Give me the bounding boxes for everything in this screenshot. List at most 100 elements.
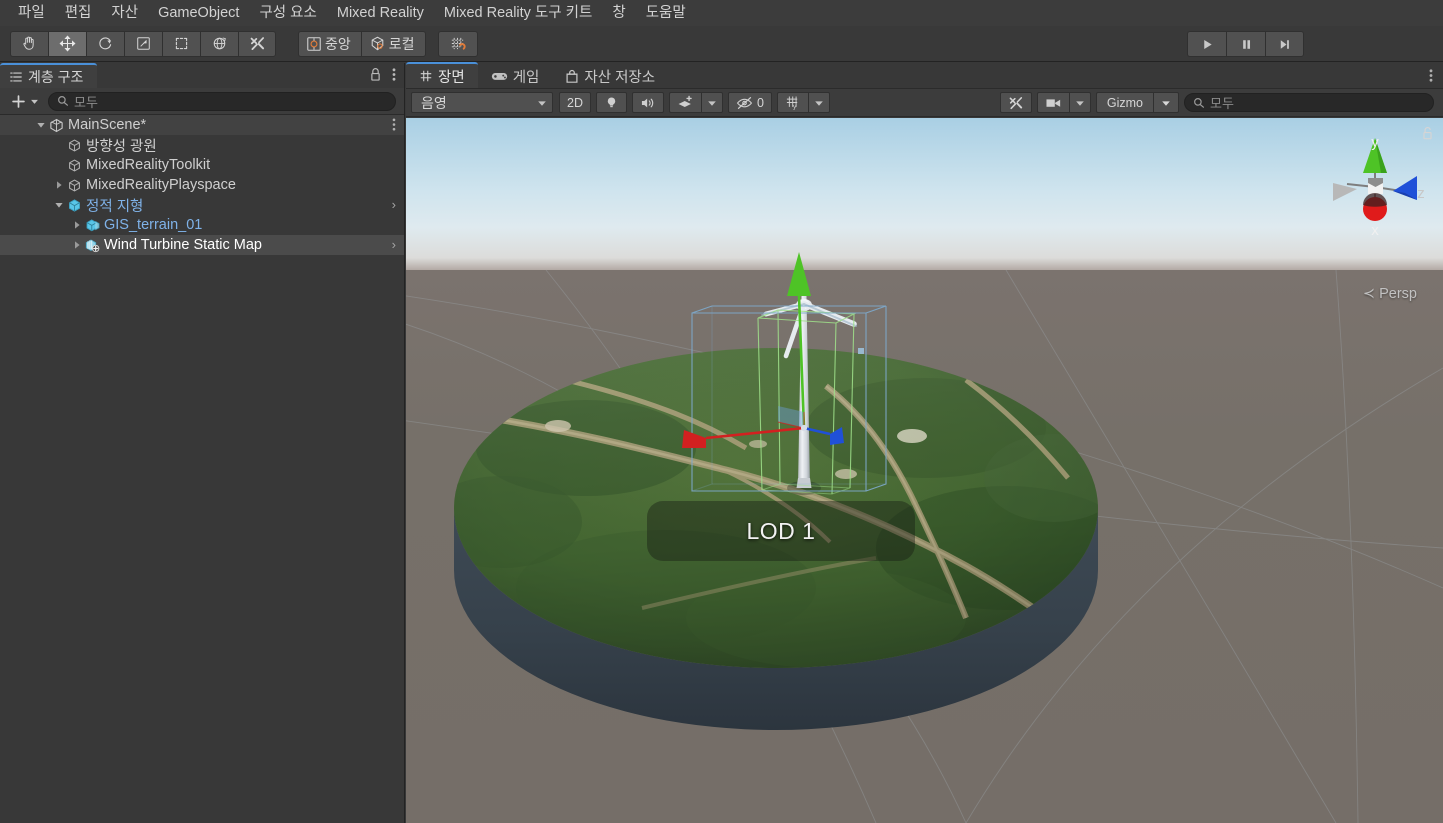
scene-camera-button[interactable] xyxy=(1037,92,1069,113)
gizmo-dropdown-button[interactable] xyxy=(1153,92,1179,113)
chevron-down-icon xyxy=(30,97,39,106)
create-gameobject-button[interactable] xyxy=(8,93,42,110)
prefab-icon xyxy=(67,198,82,213)
hierarchy-row[interactable]: GIS_terrain_01 xyxy=(0,215,404,235)
hierarchy-row[interactable]: MixedRealityToolkit xyxy=(0,155,404,175)
menu-component[interactable]: 구성 요소 xyxy=(249,2,326,25)
custom-editor-tool-button[interactable] xyxy=(238,31,276,57)
scene-context-menu-button[interactable] xyxy=(392,117,396,136)
open-prefab-chevron-icon[interactable]: › xyxy=(392,197,396,212)
hidden-objects-button[interactable]: 0 xyxy=(728,92,772,113)
hierarchy-search-input[interactable]: 모두 xyxy=(48,92,396,111)
chevron-down-icon xyxy=(814,98,824,108)
gizmo-z-axis xyxy=(1393,176,1417,200)
play-button[interactable] xyxy=(1187,31,1226,57)
pause-button[interactable] xyxy=(1226,31,1265,57)
step-button[interactable] xyxy=(1265,31,1304,57)
grid-axis-y-icon: y xyxy=(785,95,801,110)
scene-viewport[interactable]: LOD 1 xyxy=(406,118,1443,823)
tab-hierarchy-label: 계층 구조 xyxy=(28,67,83,87)
kebab-menu-icon[interactable] xyxy=(392,67,396,82)
tab-asset-store-label: 자산 저장소 xyxy=(584,66,655,87)
scene-tools-button[interactable] xyxy=(1000,92,1032,113)
draw-mode-dropdown[interactable]: 음영 xyxy=(411,92,553,113)
play-icon xyxy=(1201,38,1214,51)
scene-panel-menu-button[interactable] xyxy=(1429,68,1433,88)
pivot-mode-button[interactable]: 중앙 xyxy=(298,31,361,57)
rect-transform-tool-button[interactable] xyxy=(162,31,200,57)
hierarchy-row-label: MixedRealityToolkit xyxy=(86,157,210,173)
prefab-variant-icon xyxy=(85,218,101,233)
row-twisty[interactable] xyxy=(52,178,66,192)
unity-scene-icon xyxy=(49,118,64,133)
row-twisty[interactable] xyxy=(70,218,84,232)
row-twisty[interactable] xyxy=(34,118,48,132)
hierarchy-row[interactable]: MainScene* xyxy=(0,115,404,135)
lightbulb-icon xyxy=(604,95,619,110)
tab-scene-label: 장면 xyxy=(438,66,465,87)
move-tool-button[interactable] xyxy=(48,31,86,57)
grid-dropdown-button[interactable] xyxy=(808,92,830,113)
hierarchy-row[interactable]: MixedRealityPlayspace xyxy=(0,175,404,195)
search-icon xyxy=(57,95,69,107)
toggle-lighting-button[interactable] xyxy=(596,92,627,113)
menu-mrtk[interactable]: Mixed Reality 도구 키트 xyxy=(434,2,602,25)
scale-tool-button[interactable] xyxy=(124,31,162,57)
toggle-effects-button[interactable] xyxy=(669,92,701,113)
hand-icon xyxy=(21,35,38,52)
hierarchy-row[interactable]: 정적 지형› xyxy=(0,195,404,215)
hand-tool-button[interactable] xyxy=(10,31,48,57)
row-twisty[interactable] xyxy=(70,238,84,252)
draw-mode-label: 음영 xyxy=(421,93,447,113)
unity-editor-window: 파일 편집 자산 GameObject 구성 요소 Mixed Reality … xyxy=(0,0,1443,823)
menu-assets[interactable]: 자산 xyxy=(101,2,148,25)
menu-edit[interactable]: 편집 xyxy=(55,2,102,25)
scene-camera-dropdown-button[interactable] xyxy=(1069,92,1091,113)
selection-handle xyxy=(858,348,864,354)
hierarchy-icon xyxy=(9,70,23,84)
rotate-tool-button[interactable] xyxy=(86,31,124,57)
tab-hierarchy[interactable]: 계층 구조 xyxy=(0,63,97,88)
tab-game[interactable]: 게임 xyxy=(478,62,553,88)
open-prefab-chevron-icon[interactable]: › xyxy=(392,237,396,252)
menu-help[interactable]: 도움말 xyxy=(636,2,696,25)
tab-game-label: 게임 xyxy=(513,66,540,87)
gizmo-y-label: y xyxy=(1371,134,1379,151)
menu-window[interactable]: 창 xyxy=(602,2,635,25)
hierarchy-row[interactable]: 방향성 광원 xyxy=(0,135,404,155)
rotate-icon xyxy=(97,35,114,52)
hierarchy-tree[interactable]: MainScene*방향성 광원 MixedRealityToolkit Mixed… xyxy=(0,115,404,823)
transform-tool-button[interactable] xyxy=(200,31,238,57)
menu-mixed-reality[interactable]: Mixed Reality xyxy=(327,2,434,25)
asset-store-icon xyxy=(565,69,579,84)
menu-file[interactable]: 파일 xyxy=(8,2,55,25)
gamepad-icon xyxy=(491,70,508,82)
grid-snapping-button[interactable] xyxy=(438,31,478,57)
twisty-closed-icon xyxy=(72,240,82,250)
tab-scene[interactable]: 장면 xyxy=(406,62,478,88)
terrain-disc[interactable] xyxy=(406,118,1443,823)
transform-tools-group xyxy=(10,31,276,57)
lock-open-icon[interactable] xyxy=(1421,126,1434,141)
hierarchy-row-label: MixedRealityPlayspace xyxy=(86,177,236,193)
hierarchy-row[interactable]: Wind Turbine Static Map› xyxy=(0,235,404,255)
menu-gameobject[interactable]: GameObject xyxy=(148,2,249,25)
gameobject-icon xyxy=(66,158,83,173)
axis-orientation-gizmo[interactable]: y z x xyxy=(1313,121,1438,266)
row-twisty xyxy=(52,138,66,152)
toggle-2d-button[interactable]: 2D xyxy=(559,92,591,113)
toggle-audio-button[interactable] xyxy=(632,92,664,113)
pivot-rotation-button[interactable]: 로컬 xyxy=(361,31,426,57)
gameobject-icon xyxy=(67,178,82,193)
projection-mode-label[interactable]: ≺ Persp xyxy=(1363,286,1417,302)
toggle-2d-label: 2D xyxy=(567,96,583,110)
tab-asset-store[interactable]: 자산 저장소 xyxy=(552,62,668,88)
gizmo-group: Gizmo xyxy=(1096,92,1179,113)
prefab-icon xyxy=(66,198,83,213)
lock-icon[interactable] xyxy=(369,67,382,82)
row-twisty[interactable] xyxy=(52,198,66,212)
grid-visibility-button[interactable]: y xyxy=(777,92,808,113)
effects-dropdown-button[interactable] xyxy=(701,92,723,113)
gizmo-toggle-button[interactable]: Gizmo xyxy=(1096,92,1153,113)
scene-search-input[interactable]: 모두 xyxy=(1184,93,1434,112)
